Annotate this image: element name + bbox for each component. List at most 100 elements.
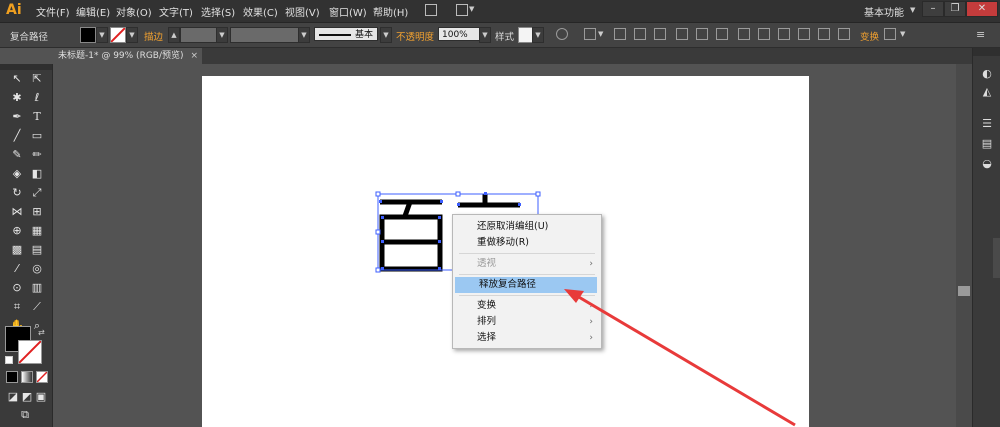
glyph-1[interactable]: [379, 199, 443, 272]
restore-button[interactable]: ❐: [944, 1, 966, 17]
gradient-tool-icon[interactable]: ▤: [30, 243, 44, 257]
paintbrush-tool-icon[interactable]: ✎: [10, 148, 24, 162]
type-tool-icon[interactable]: T: [30, 110, 44, 124]
align-bottom-icon[interactable]: [716, 28, 728, 40]
default-colors-icon[interactable]: [5, 356, 13, 364]
rotate-tool-icon[interactable]: ↻: [10, 186, 24, 200]
menu-effect[interactable]: 效果(C): [243, 4, 278, 19]
chevron-down-icon[interactable]: ▼: [598, 30, 603, 38]
arrange-documents-icon[interactable]: [456, 4, 468, 16]
menu-select[interactable]: 选择(S): [201, 4, 235, 19]
distribute-center-icon[interactable]: [818, 28, 830, 40]
tools-panel-header[interactable]: [0, 64, 52, 70]
bridge-icon[interactable]: [425, 4, 437, 16]
gradient-panel-icon[interactable]: ▤: [980, 138, 994, 150]
blend-tool-icon[interactable]: ◎: [30, 262, 44, 276]
stroke-label[interactable]: 描边: [144, 29, 163, 43]
line-tool-icon[interactable]: ╱: [10, 129, 24, 143]
menu-help[interactable]: 帮助(H): [373, 4, 408, 19]
menu-item-undo[interactable]: 还原取消编组(U): [453, 219, 601, 235]
brush-dropdown[interactable]: ▼: [380, 27, 392, 43]
variable-width-profile[interactable]: [230, 27, 302, 43]
draw-normal-icon[interactable]: ◪: [6, 390, 20, 404]
scrollbar-thumb[interactable]: [958, 286, 970, 296]
transparency-panel-icon[interactable]: ◒: [980, 158, 994, 170]
stroke-swatch[interactable]: [110, 27, 126, 43]
menu-item-redo[interactable]: 重做移动(R): [453, 235, 601, 251]
scale-tool-icon[interactable]: ⤢: [30, 186, 44, 200]
align-to-icon[interactable]: [584, 28, 596, 40]
lasso-tool-icon[interactable]: ℓ: [30, 91, 44, 105]
chevron-down-icon[interactable]: ▼: [900, 30, 905, 38]
opacity-label[interactable]: 不透明度: [396, 29, 434, 43]
symbol-sprayer-tool-icon[interactable]: ⊙: [10, 281, 24, 295]
perspective-grid-tool-icon[interactable]: ▦: [30, 224, 44, 238]
align-center-icon[interactable]: [634, 28, 646, 40]
color-guide-icon[interactable]: ◭: [980, 86, 994, 98]
eyedropper-tool-icon[interactable]: ⁄: [10, 262, 24, 276]
pencil-tool-icon[interactable]: ✏: [30, 148, 44, 162]
align-middle-icon[interactable]: [696, 28, 708, 40]
opacity-input[interactable]: 100%: [438, 27, 480, 41]
mesh-tool-icon[interactable]: ▩: [10, 243, 24, 257]
close-icon[interactable]: ×: [190, 48, 198, 64]
direct-selection-tool-icon[interactable]: ⇱: [30, 72, 44, 86]
distribute-right-icon[interactable]: [838, 28, 850, 40]
distribute-middle-icon[interactable]: [758, 28, 770, 40]
isolate-icon[interactable]: [884, 28, 896, 40]
artboard-tool-icon[interactable]: ⌗: [10, 300, 24, 314]
magic-wand-tool-icon[interactable]: ✱: [10, 91, 24, 105]
minimize-button[interactable]: –: [922, 1, 944, 17]
distribute-top-icon[interactable]: [738, 28, 750, 40]
chevron-down-icon[interactable]: ▼: [910, 6, 915, 14]
document-tab[interactable]: 未标题-1* @ 99% (RGB/预览) ×: [52, 48, 202, 64]
screen-mode-icon[interactable]: ⧉: [18, 408, 32, 422]
menu-file[interactable]: 文件(F): [36, 4, 70, 19]
swap-colors-icon[interactable]: ⇄: [38, 328, 45, 337]
menu-window[interactable]: 窗口(W): [329, 4, 367, 19]
workspace-switcher[interactable]: 基本功能: [864, 4, 904, 19]
style-dropdown[interactable]: ▼: [532, 27, 544, 43]
draw-inside-icon[interactable]: ▣: [34, 390, 48, 404]
width-tool-icon[interactable]: ⋈: [10, 205, 24, 219]
stroke-color-box[interactable]: [18, 340, 42, 364]
align-right-icon[interactable]: [654, 28, 666, 40]
opacity-dropdown[interactable]: ▼: [479, 27, 491, 43]
distribute-bottom-icon[interactable]: [778, 28, 790, 40]
blob-brush-tool-icon[interactable]: ◈: [10, 167, 24, 181]
selection-tool-icon[interactable]: ↖: [10, 72, 24, 86]
eraser-tool-icon[interactable]: ◧: [30, 167, 44, 181]
shape-builder-tool-icon[interactable]: ⊕: [10, 224, 24, 238]
slice-tool-icon[interactable]: ⟋: [30, 300, 44, 314]
align-left-icon[interactable]: [614, 28, 626, 40]
draw-behind-icon[interactable]: ◩: [20, 390, 34, 404]
vertical-scrollbar[interactable]: [956, 64, 972, 427]
close-button[interactable]: ✕: [966, 1, 998, 17]
menu-type[interactable]: 文字(T): [159, 4, 193, 19]
fill-swatch[interactable]: [80, 27, 96, 43]
distribute-left-icon[interactable]: [798, 28, 810, 40]
fill-dropdown[interactable]: ▼: [96, 27, 108, 43]
gradient-mode-icon[interactable]: [21, 371, 33, 383]
stroke-weight-stepper[interactable]: ▲: [168, 27, 180, 43]
brush-definition[interactable]: 基本: [314, 27, 378, 41]
transform-label[interactable]: 变换: [860, 29, 879, 43]
column-graph-tool-icon[interactable]: ▥: [30, 281, 44, 295]
recolor-artwork-icon[interactable]: [556, 28, 568, 40]
chevron-down-icon[interactable]: ▼: [469, 5, 474, 13]
color-mode-icon[interactable]: [6, 371, 18, 383]
menu-view[interactable]: 视图(V): [285, 4, 320, 19]
free-transform-tool-icon[interactable]: ⊞: [30, 205, 44, 219]
menu-edit[interactable]: 编辑(E): [76, 4, 110, 19]
variable-width-dropdown[interactable]: ▼: [298, 27, 310, 43]
dock-header[interactable]: [973, 48, 1000, 56]
panel-resize-handle[interactable]: [993, 238, 1000, 278]
stroke-weight-dropdown[interactable]: ▼: [216, 27, 228, 43]
none-mode-icon[interactable]: [36, 371, 48, 383]
stroke-panel-icon[interactable]: ☰: [980, 118, 994, 130]
menu-object[interactable]: 对象(O): [116, 4, 152, 19]
pen-tool-icon[interactable]: ✒: [10, 110, 24, 124]
panel-menu-icon[interactable]: ≡: [976, 28, 985, 41]
color-panel-icon[interactable]: ◐: [980, 68, 994, 80]
stroke-dropdown[interactable]: ▼: [126, 27, 138, 43]
